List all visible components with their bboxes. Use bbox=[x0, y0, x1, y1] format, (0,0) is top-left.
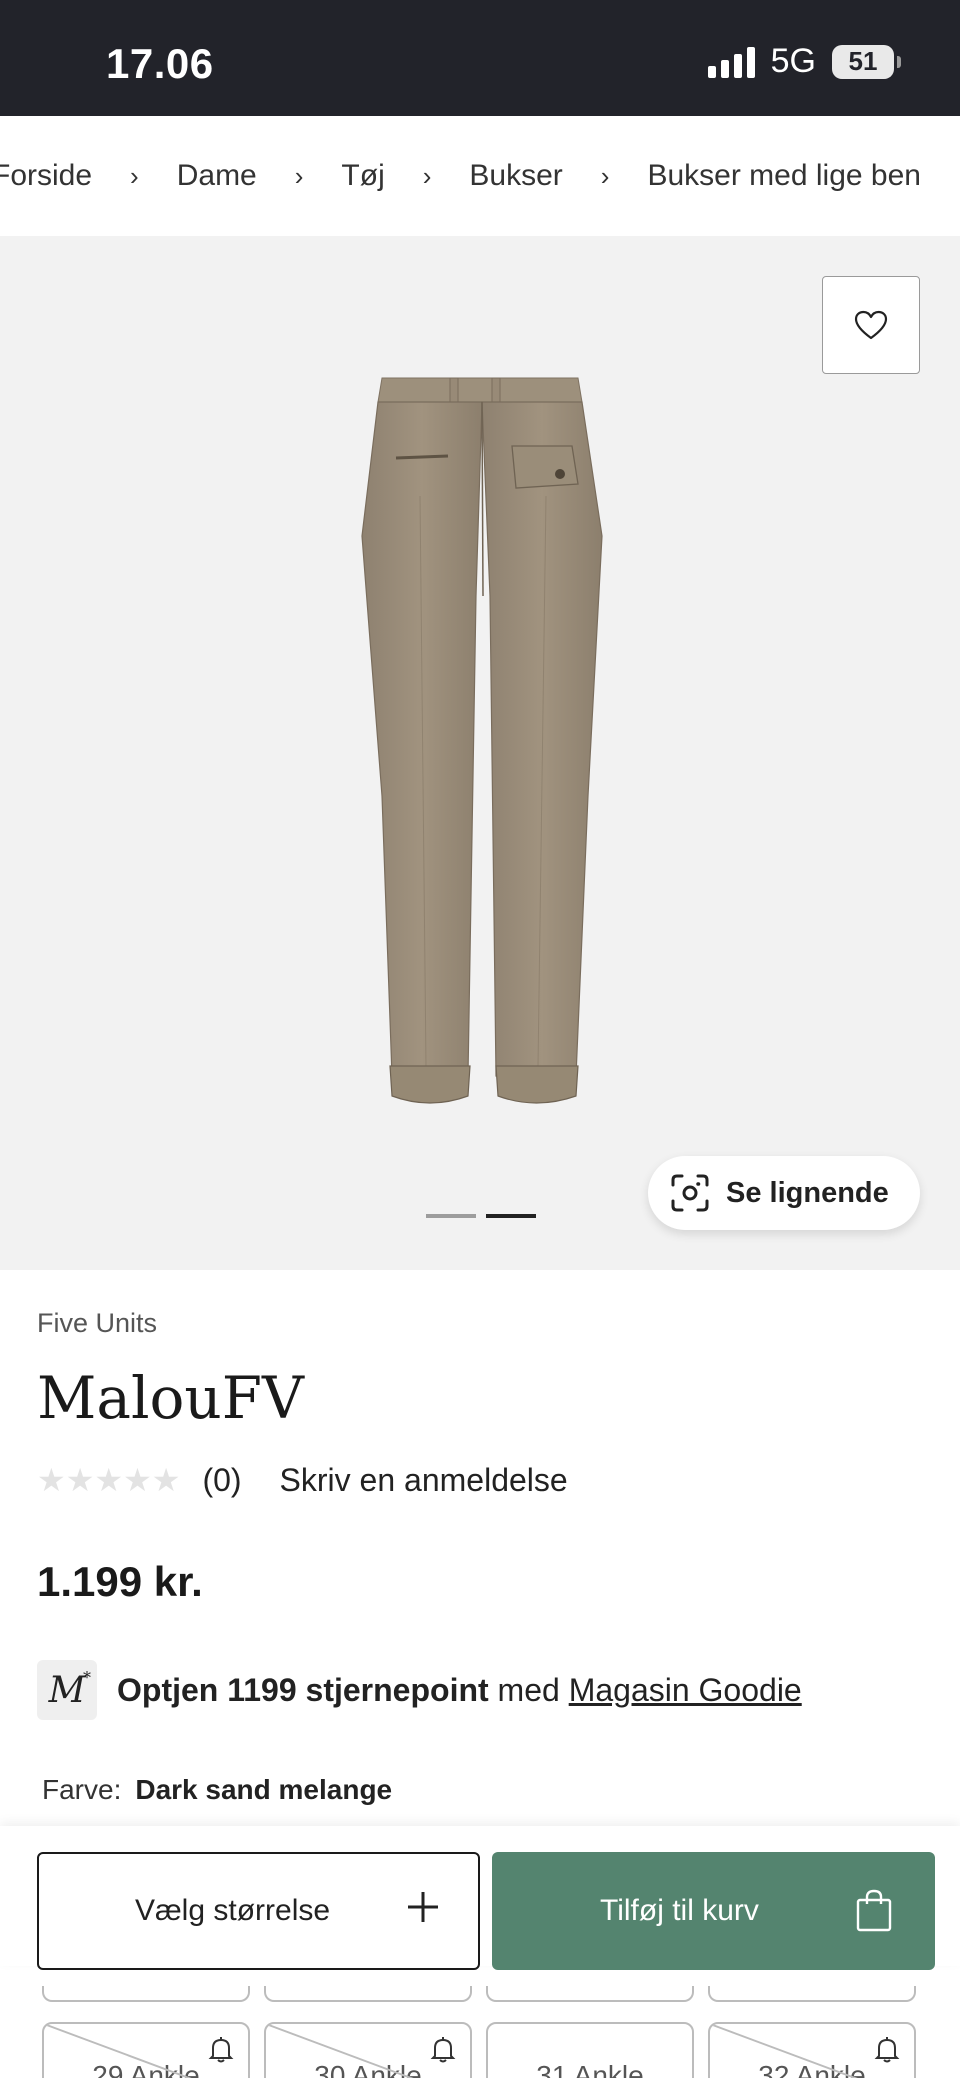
breadcrumb-current[interactable]: Bukser med lige ben bbox=[647, 159, 921, 193]
product-image[interactable] bbox=[340, 376, 620, 1116]
plus-icon bbox=[408, 1892, 438, 1922]
add-to-cart-button[interactable]: Tilføj til kurv bbox=[492, 1852, 935, 1970]
magasin-logo-icon: M * bbox=[37, 1660, 97, 1720]
size-option[interactable] bbox=[42, 1986, 250, 2002]
size-option-32-ankle[interactable]: 32 Ankle bbox=[708, 2022, 916, 2078]
loyalty-banner: M * Optjen 1199 stjernepoint med Magasin … bbox=[37, 1660, 802, 1720]
size-option-29-ankle[interactable]: 29 Ankle bbox=[42, 2022, 250, 2078]
battery-level: 51 bbox=[848, 46, 878, 76]
brand-name[interactable]: Five Units bbox=[37, 1308, 157, 1339]
magasin-logo-star: * bbox=[83, 1668, 91, 1687]
size-row: 29 Ankle 30 Ankle 31 Ankle 32 Ankle bbox=[42, 2022, 916, 2078]
bell-icon[interactable] bbox=[874, 2036, 900, 2064]
size-row-previous bbox=[42, 1986, 916, 2002]
wishlist-button[interactable] bbox=[822, 276, 920, 374]
status-indicators: 5G 51 bbox=[707, 42, 901, 81]
status-bar: 17.06 5G 51 bbox=[0, 0, 960, 116]
color-row: Farve: Dark sand melange bbox=[42, 1774, 392, 1806]
breadcrumb: Forside › Dame › Tøj › Bukser › Bukser m… bbox=[0, 116, 960, 236]
size-label: 31 Ankle bbox=[536, 2060, 644, 2078]
write-review-link[interactable]: Skriv en anmeldelse bbox=[280, 1462, 568, 1499]
color-value: Dark sand melange bbox=[135, 1774, 393, 1805]
breadcrumb-separator: › bbox=[422, 160, 432, 191]
add-to-cart-label: Tilføj til kurv bbox=[600, 1894, 759, 1927]
size-option-31-ankle[interactable]: 31 Ankle bbox=[486, 2022, 694, 2078]
size-grid: 29 Ankle 30 Ankle 31 Ankle 32 Ankle bbox=[0, 1986, 960, 2078]
loyalty-text: Optjen 1199 stjernepoint med Magasin Goo… bbox=[117, 1672, 802, 1709]
gallery-dot-active[interactable] bbox=[486, 1214, 536, 1218]
heart-icon bbox=[854, 310, 888, 340]
signal-icon bbox=[707, 46, 755, 78]
size-option[interactable] bbox=[486, 1986, 694, 2002]
review-count: (0) bbox=[202, 1461, 242, 1498]
sticky-action-bar: Vælg størrelse Tilføj til kurv bbox=[0, 1826, 960, 1970]
product-price: 1.199 kr. bbox=[37, 1558, 203, 1605]
magasin-goodie-link[interactable]: Magasin Goodie bbox=[569, 1672, 802, 1708]
breadcrumb-separator: › bbox=[294, 160, 304, 191]
select-size-button[interactable]: Vælg størrelse bbox=[37, 1852, 480, 1970]
breadcrumb-home[interactable]: Forside bbox=[0, 159, 92, 193]
status-time: 17.06 bbox=[106, 40, 214, 87]
size-option[interactable] bbox=[708, 1986, 916, 2002]
breadcrumb-toj[interactable]: Tøj bbox=[341, 159, 384, 193]
battery-icon: 51 bbox=[832, 44, 901, 79]
select-size-label: Vælg størrelse bbox=[135, 1894, 331, 1927]
shopping-bag-icon bbox=[856, 1889, 892, 1932]
gallery-dot[interactable] bbox=[426, 1214, 476, 1218]
rating-stars: ★★★★★ bbox=[37, 1462, 181, 1498]
network-label: 5G bbox=[770, 42, 816, 80]
breadcrumb-bukser[interactable]: Bukser bbox=[469, 159, 562, 193]
loyalty-points: Optjen 1199 stjernepoint bbox=[117, 1671, 489, 1708]
magasin-logo-letter: M bbox=[48, 1669, 86, 1711]
breadcrumb-separator: › bbox=[600, 160, 610, 191]
breadcrumb-separator: › bbox=[130, 160, 139, 191]
see-similar-button[interactable]: Se lignende bbox=[648, 1156, 920, 1230]
see-similar-label: Se lignende bbox=[726, 1176, 889, 1209]
size-option-30-ankle[interactable]: 30 Ankle bbox=[264, 2022, 472, 2078]
product-title: MalouFV bbox=[37, 1364, 304, 1432]
rating-row: ★★★★★ (0) Skriv en anmeldelse bbox=[37, 1458, 568, 1502]
color-label: Farve: bbox=[42, 1774, 122, 1805]
bell-icon[interactable] bbox=[208, 2036, 234, 2064]
visual-search-icon bbox=[671, 1174, 709, 1212]
size-option[interactable] bbox=[264, 1986, 472, 2002]
bell-icon[interactable] bbox=[430, 2036, 456, 2064]
loyalty-mid: med bbox=[497, 1671, 560, 1708]
product-gallery[interactable]: Se lignende bbox=[0, 236, 960, 1270]
gallery-pagination[interactable] bbox=[426, 1214, 536, 1218]
breadcrumb-dame[interactable]: Dame bbox=[177, 159, 257, 193]
